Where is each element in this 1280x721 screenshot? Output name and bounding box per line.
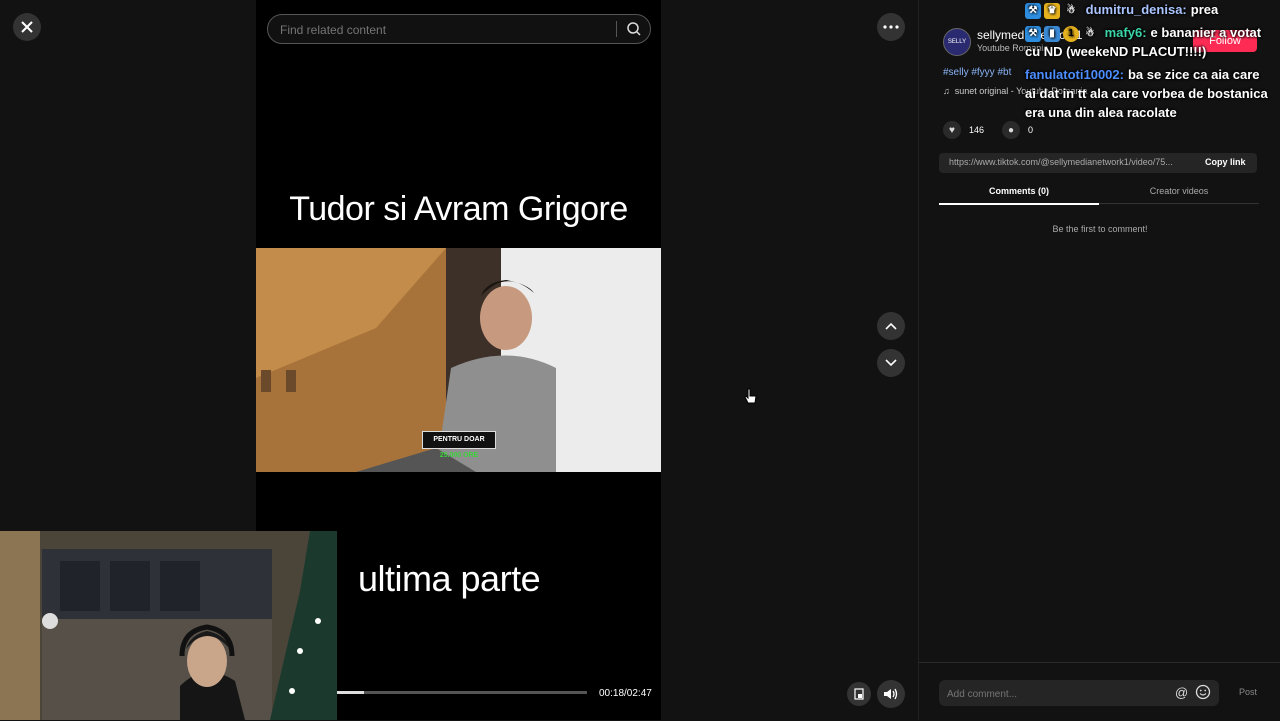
heart-icon[interactable]: ♥ xyxy=(943,121,961,139)
user-badge-icon: ☃ xyxy=(1066,4,1076,16)
level-badge-icon: ▮ xyxy=(1044,25,1060,42)
chat-message: ⚒ ♛ ☃ dumitru_denisa: prea xyxy=(1025,0,1270,19)
comments-empty-message: Be the first to comment! xyxy=(1052,224,1148,234)
chat-text: prea xyxy=(1190,2,1219,17)
chat-username[interactable]: dumitru_denisa: xyxy=(1086,2,1187,17)
chat-username[interactable]: mafy6: xyxy=(1105,25,1147,40)
search-icon[interactable] xyxy=(624,19,644,39)
picture-in-picture-icon[interactable] xyxy=(847,682,871,706)
chat-message: ⚒ ▮ 1 ☃ mafy6: e bananier a votat cu ND (wee… xyxy=(1025,23,1270,61)
share-link-text[interactable]: https://www.tiktok.com/@sellymedianetwor… xyxy=(949,157,1189,167)
one-badge-icon: 1 xyxy=(1063,25,1079,42)
video-bottom-text: ultima parte xyxy=(358,558,541,599)
mention-icon[interactable]: @ xyxy=(1175,685,1188,700)
comment-icon[interactable]: ● xyxy=(1002,121,1020,139)
likes-group[interactable]: ♥ 146 xyxy=(943,121,984,139)
mouse-cursor-icon xyxy=(744,388,758,411)
post-comment-button[interactable]: Post xyxy=(1239,687,1257,697)
music-note-icon: ♫ xyxy=(943,86,950,96)
search-input[interactable] xyxy=(278,15,602,45)
chevron-up-icon[interactable] xyxy=(877,312,905,340)
more-options-icon[interactable] xyxy=(877,13,905,41)
caption-badge-white-text: PENTRU DOAR xyxy=(433,436,485,443)
caption-badge-green-text: 25.000 ORE xyxy=(439,452,479,459)
avatar[interactable]: SELLY xyxy=(943,28,971,56)
share-link-box: https://www.tiktok.com/@sellymedianetwor… xyxy=(939,153,1257,173)
caption-badge: PENTRU DOAR 25.000 ORE xyxy=(422,431,496,459)
hammer-badge-icon: ⚒ xyxy=(1025,2,1041,19)
stream-chat-overlay: ⚒ ♛ ☃ dumitru_denisa: prea ⚒ ▮ 1 ☃ mafy6: e ban… xyxy=(1025,0,1270,126)
chevron-down-icon[interactable] xyxy=(877,349,905,377)
comment-input-box: @ xyxy=(939,680,1219,708)
volume-icon[interactable] xyxy=(877,680,905,708)
comment-input[interactable] xyxy=(945,680,1169,708)
post-hashtags[interactable]: #selly #fyyy #bt xyxy=(943,67,1011,78)
video-progress-bar[interactable] xyxy=(337,691,587,694)
copy-link-button[interactable]: Copy link xyxy=(1205,157,1246,167)
chat-message: fanulatoti10002: ba se zice ca aia care a… xyxy=(1025,65,1270,122)
user-badge-icon: ☃ xyxy=(1085,27,1095,39)
video-time: 00:18/02:47 xyxy=(599,688,652,699)
comments-count: 0 xyxy=(1028,125,1034,135)
close-icon[interactable] xyxy=(13,13,41,41)
hammer-badge-icon: ⚒ xyxy=(1025,25,1041,42)
video-progress-fill xyxy=(337,691,364,694)
emoji-icon[interactable] xyxy=(1195,684,1211,705)
likes-count: 146 xyxy=(969,125,985,135)
streamer-webcam xyxy=(0,531,337,720)
comment-bar: @ Post xyxy=(919,662,1280,721)
tab-creator-videos[interactable]: Creator videos xyxy=(1099,186,1259,204)
tab-comments[interactable]: Comments (0) xyxy=(939,186,1099,205)
chat-username[interactable]: fanulatoti10002: xyxy=(1025,67,1124,82)
search-divider xyxy=(616,21,617,37)
search-bar xyxy=(267,14,651,45)
video-title-text: Tudor si Avram Grigore xyxy=(289,190,628,228)
crown-badge-icon: ♛ xyxy=(1044,2,1060,19)
